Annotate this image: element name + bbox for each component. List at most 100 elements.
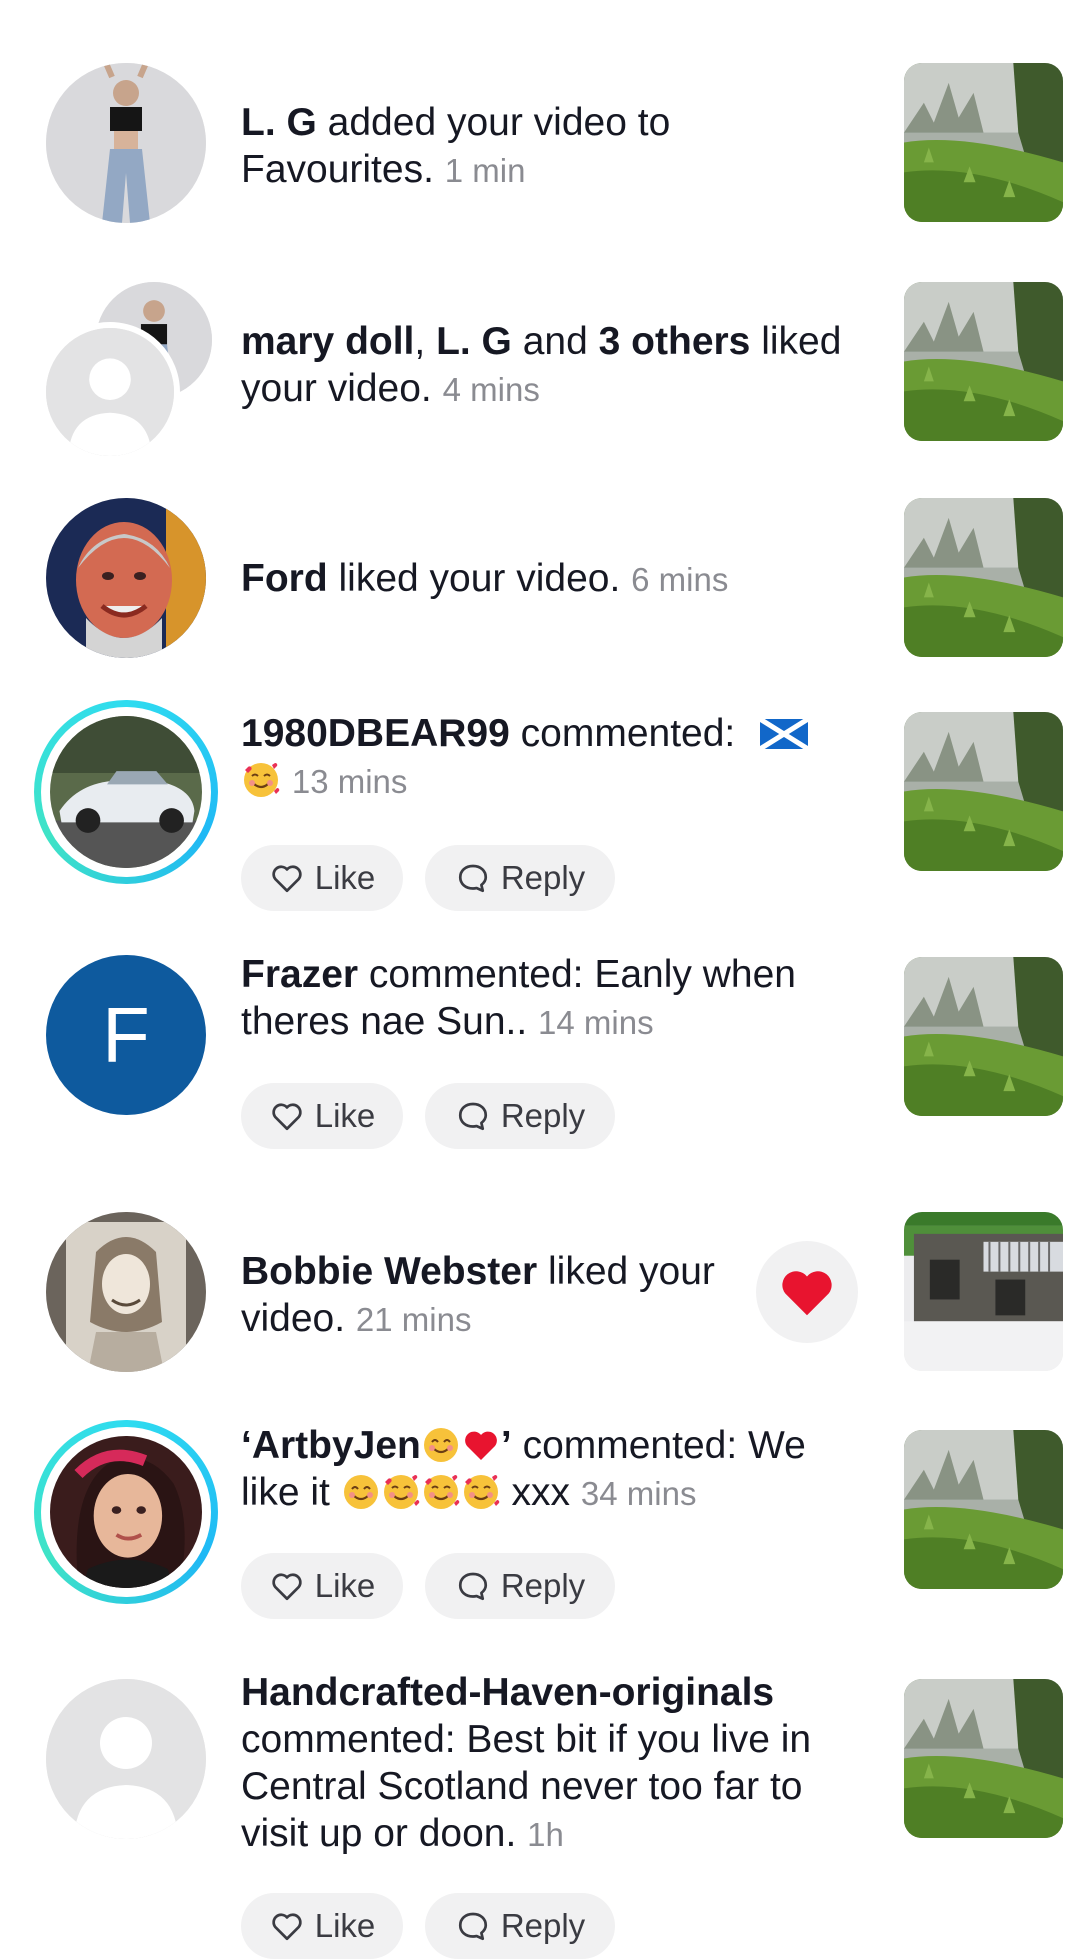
- separator-text: and: [511, 320, 599, 363]
- liked-indicator[interactable]: [756, 1241, 858, 1343]
- avatar[interactable]: [40, 322, 180, 462]
- smiling-face-with-hearts-emoji: [421, 1472, 461, 1512]
- reply-label: Reply: [500, 1097, 586, 1134]
- reply-label: Reply: [500, 859, 586, 896]
- story-ring[interactable]: [34, 1420, 218, 1604]
- comment-bubble-icon: [455, 860, 491, 896]
- building-photo-icon: [904, 1212, 1063, 1371]
- timestamp: 6 mins: [631, 561, 729, 598]
- actor-name[interactable]: Handcrafted-Haven-originals: [241, 1671, 774, 1714]
- video-thumbnail[interactable]: [904, 712, 1063, 871]
- like-label: Like: [314, 859, 376, 896]
- notification-text: Ford liked your video. 6 mins: [241, 555, 871, 603]
- smiling-face-with-hearts-emoji: [381, 1472, 421, 1512]
- avatar[interactable]: [46, 1679, 206, 1839]
- heart-outline-icon: [269, 1098, 305, 1134]
- reply-button[interactable]: Reply: [425, 1553, 615, 1619]
- reply-label: Reply: [500, 1567, 586, 1604]
- avatar[interactable]: [50, 1436, 202, 1588]
- video-thumbnail[interactable]: [904, 1679, 1063, 1838]
- avatar[interactable]: [46, 498, 206, 658]
- smiling-face-emoji: [341, 1472, 381, 1512]
- video-thumbnail[interactable]: [904, 1212, 1063, 1371]
- red-heart-icon: [461, 1425, 501, 1465]
- video-thumbnail[interactable]: [904, 1430, 1063, 1589]
- video-thumbnail[interactable]: [904, 498, 1063, 657]
- default-user-icon: [46, 1679, 206, 1839]
- reply-button[interactable]: Reply: [425, 845, 615, 911]
- timestamp: 14 mins: [538, 1004, 654, 1041]
- actor-name[interactable]: 1980DBEAR99: [241, 712, 510, 755]
- like-label: Like: [314, 1907, 376, 1944]
- avatar-photo-icon: [50, 716, 202, 868]
- notification-action: liked your video.: [327, 557, 621, 600]
- like-button[interactable]: Like: [241, 1553, 403, 1619]
- avatar-initial: F: [102, 990, 150, 1079]
- like-button[interactable]: Like: [241, 1893, 403, 1959]
- notification-action-end: xxx: [500, 1471, 571, 1514]
- comment-bubble-icon: [455, 1908, 491, 1944]
- notification-text: mary doll, L. G and 3 others liked your …: [241, 318, 871, 413]
- actor-name-end: ’: [500, 1424, 512, 1467]
- actor-name[interactable]: L. G: [241, 101, 317, 144]
- reply-label: Reply: [500, 1907, 586, 1944]
- reply-button[interactable]: Reply: [425, 1893, 615, 1959]
- video-thumbnail[interactable]: [904, 957, 1063, 1116]
- avatar[interactable]: [46, 1212, 206, 1372]
- timestamp: 4 mins: [442, 371, 540, 408]
- notification-text: Handcrafted-Haven-originals commented: B…: [241, 1669, 871, 1858]
- smiling-face-with-hearts-emoji: [461, 1472, 501, 1512]
- avatar[interactable]: [46, 63, 206, 223]
- smiling-face-with-hearts-emoji: [241, 760, 281, 800]
- notification-text: Bobbie Webster liked your video. 21 mins: [241, 1248, 761, 1343]
- comment-bubble-icon: [455, 1098, 491, 1134]
- video-thumbnail-image-icon: [904, 1430, 1063, 1589]
- video-thumbnail-image-icon: [904, 1679, 1063, 1838]
- video-thumbnail[interactable]: [904, 282, 1063, 441]
- notification-text: ‘ArtbyJen’ commented: We like it xxx 34 …: [241, 1422, 871, 1517]
- timestamp: 1h: [527, 1816, 564, 1853]
- avatar[interactable]: [50, 716, 202, 868]
- separator-text: ,: [414, 320, 437, 363]
- avatar-photo-icon: [50, 1436, 202, 1588]
- smiling-face-emoji: [421, 1425, 461, 1465]
- comment-bubble-icon: [455, 1568, 491, 1604]
- scotland-flag-icon: [760, 719, 809, 749]
- video-thumbnail-image-icon: [904, 282, 1063, 441]
- heart-outline-icon: [269, 1908, 305, 1944]
- timestamp: 21 mins: [355, 1301, 472, 1338]
- actor-name[interactable]: L. G: [436, 320, 512, 363]
- notification-action: commented:: [509, 712, 747, 755]
- actor-name[interactable]: Frazer: [241, 953, 358, 996]
- avatar[interactable]: F: [46, 955, 206, 1115]
- video-thumbnail-image-icon: [904, 498, 1063, 657]
- default-user-icon: [46, 328, 174, 456]
- others-link[interactable]: 3 others: [599, 320, 751, 363]
- story-ring[interactable]: [34, 700, 218, 884]
- actor-name[interactable]: Bobbie Webster: [241, 1250, 537, 1293]
- like-label: Like: [314, 1567, 376, 1604]
- avatar-photo-icon: [46, 1212, 206, 1372]
- avatar-photo-icon: [46, 498, 206, 658]
- timestamp: 34 mins: [580, 1475, 697, 1512]
- red-heart-icon: [776, 1261, 838, 1323]
- notification-text: Frazer commented: Eanly when theres nae …: [241, 951, 871, 1046]
- actor-name[interactable]: mary doll: [241, 320, 414, 363]
- like-button[interactable]: Like: [241, 845, 403, 911]
- like-label: Like: [314, 1097, 376, 1134]
- reply-button[interactable]: Reply: [425, 1083, 615, 1149]
- video-thumbnail-image-icon: [904, 957, 1063, 1116]
- video-thumbnail-image-icon: [904, 712, 1063, 871]
- heart-outline-icon: [269, 1568, 305, 1604]
- like-button[interactable]: Like: [241, 1083, 403, 1149]
- actor-name[interactable]: Ford: [241, 557, 328, 600]
- timestamp: 13 mins: [291, 763, 408, 800]
- notification-text: 1980DBEAR99 commented: 13 mins: [241, 710, 871, 805]
- timestamp: 1 min: [444, 152, 526, 189]
- actor-name[interactable]: ‘ArtbyJen: [241, 1424, 421, 1467]
- video-thumbnail[interactable]: [904, 63, 1063, 222]
- avatar-photo-icon: [46, 63, 206, 223]
- video-thumbnail-image-icon: [904, 63, 1063, 222]
- heart-outline-icon: [269, 860, 305, 896]
- notification-text: L. G added your video to Favourites. 1 m…: [241, 99, 871, 194]
